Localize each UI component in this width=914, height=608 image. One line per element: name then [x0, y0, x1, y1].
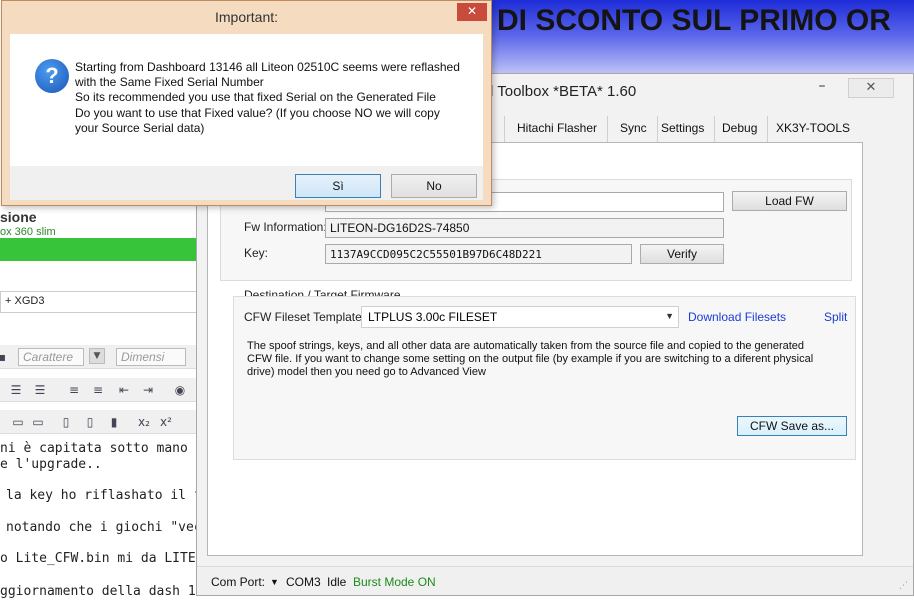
dialog-message-line: So its recommended you use that fixed Se… [75, 90, 436, 105]
unordered-list-icon[interactable]: ≡ [90, 382, 106, 398]
close-icon[interactable]: ✕ [848, 78, 894, 98]
table-icon[interactable]: ▭ [30, 414, 46, 430]
dialog-body: ? Starting from Dashboard 13146 all Lite… [10, 34, 483, 166]
fileset-template-value: LTPLUS 3.00c FILESET [368, 310, 498, 324]
fw-info-field: LITEON-DG16D2S-74850 [325, 218, 724, 238]
post-text-line: la key ho riflashato il fw con [6, 488, 200, 503]
promo-banner[interactable]: DI SCONTO SUL PRIMO OR [485, 0, 914, 78]
important-dialog: Important: ✕ ? Starting from Dashboard 1… [1, 0, 492, 206]
tab-debug[interactable]: Debug [712, 116, 769, 142]
forum-subtitle: ox 360 slim [0, 226, 56, 238]
no-button[interactable]: No [391, 174, 477, 198]
cfw-save-as-button[interactable]: CFW Save as... [737, 416, 847, 436]
com-port-dropdown-icon[interactable]: ▼ [270, 577, 279, 587]
tag-input[interactable]: + XGD3 [0, 291, 200, 313]
align-right-icon[interactable]: ☰ [32, 382, 48, 398]
dialog-message-line: with the Same Fixed Serial Number [75, 75, 264, 90]
resize-grip-icon[interactable]: ⋰ [899, 581, 909, 591]
dialog-title: Important: [214, 9, 279, 25]
trash-icon[interactable]: ▮ [106, 414, 122, 430]
load-fw-button[interactable]: Load FW [732, 191, 847, 211]
post-text-line: o Lite_CFW.bin mi da LITEON- [0, 551, 200, 566]
question-icon: ? [35, 59, 69, 93]
chevron-down-icon[interactable]: ▼ [665, 311, 674, 321]
size-select[interactable]: Dimensi [116, 348, 186, 366]
template-label: CFW Fileset Template: [244, 310, 366, 324]
page-icon[interactable]: ▯ [82, 414, 98, 430]
split-link[interactable]: Split [824, 310, 847, 324]
ordered-list-icon[interactable]: ≡ [66, 382, 82, 398]
editor-toolbar-row-3: ▭ ▭ ▯ ▯ ▮ x₂ x² [0, 410, 200, 434]
outdent-icon[interactable]: ⇤ [116, 382, 132, 398]
tab-xk3y-tools[interactable]: XK3Y-TOOLS [766, 116, 860, 142]
editor-icon[interactable]: ▪ [0, 349, 10, 365]
superscript-icon[interactable]: x² [158, 414, 174, 430]
font-dropdown-icon[interactable]: ▼ [89, 348, 105, 364]
key-label: Key: [244, 246, 269, 260]
download-filesets-link[interactable]: Download Filesets [688, 310, 786, 324]
yes-button[interactable]: Sì [295, 174, 381, 198]
dialog-footer: Sì No [10, 166, 483, 200]
editor-toolbar-row-1: ▪ Carattere ▼ Dimensi [0, 345, 200, 369]
post-text-line: ggiornamento della dash 131 [0, 584, 200, 599]
align-center-icon[interactable]: ☰ [8, 382, 24, 398]
post-text-line: notando che i giochi "vecchi" [6, 520, 200, 535]
dialog-message: Starting from Dashboard 13146 all Liteon… [75, 60, 475, 136]
dialog-message-line: Do you want to use that Fixed value? (If… [75, 105, 440, 120]
page-icon[interactable]: ▯ [58, 414, 74, 430]
status-bar: Com Port: ▼ COM3 Idle Burst Mode ON ⋰ [197, 566, 913, 595]
editor-toolbar-row-2: ☰ ☰ ≡ ≡ ⇤ ⇥ ◉ [0, 378, 200, 402]
com-port-value[interactable]: COM3 [286, 575, 321, 589]
verify-button[interactable]: Verify [640, 244, 724, 264]
link-icon[interactable]: ◉ [172, 382, 188, 398]
fileset-template-select[interactable]: LTPLUS 3.00c FILESET ▼ [361, 306, 679, 328]
banner-text: DI SCONTO SUL PRIMO OR [497, 4, 891, 37]
com-port-label: Com Port: [211, 575, 266, 589]
table-icon[interactable]: ▭ [10, 414, 26, 430]
post-text-line: ni è capitata sotto mano una [0, 441, 200, 456]
font-select[interactable]: Carattere [18, 348, 84, 366]
burst-mode-status: Burst Mode ON [353, 575, 436, 589]
indent-icon[interactable]: ⇥ [140, 382, 156, 398]
subscript-icon[interactable]: x₂ [136, 414, 152, 430]
dialog-message-line: Starting from Dashboard 13146 all Liteon… [75, 60, 460, 74]
tab-hitachi-flasher[interactable]: Hitachi Flasher [507, 116, 609, 142]
window-title: d Toolbox *BETA* 1.60 [485, 83, 637, 100]
key-field[interactable]: 1137A9CCD095C2C55501B97D6C48D221 [325, 244, 632, 264]
fw-info-label: Fw Information: [244, 220, 327, 234]
status-state: Idle [327, 575, 347, 589]
close-icon[interactable]: ✕ [457, 3, 487, 21]
forum-title: sione [0, 209, 37, 225]
minimize-icon[interactable]: – [808, 78, 836, 98]
post-text-line: e l'upgrade.. [0, 457, 102, 472]
forum-green-bar [0, 238, 200, 261]
dialog-message-line: your Source Serial data) [75, 120, 205, 135]
forum-editor-area: sione ox 360 slim + XGD3 ▪ Carattere ▼ D… [0, 205, 200, 608]
template-description: The spoof strings, keys, and all other d… [247, 340, 814, 378]
tab-settings[interactable]: Settings [651, 116, 716, 142]
